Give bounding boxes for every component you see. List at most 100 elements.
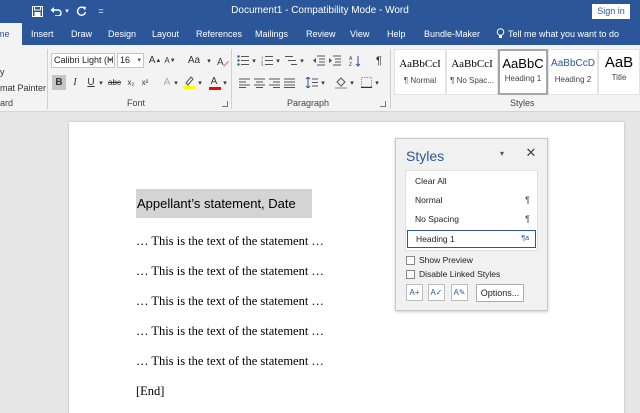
align-left-button[interactable] — [237, 75, 251, 90]
change-case-icon: Aa — [187, 55, 201, 66]
document-paragraph[interactable]: … This is the text of the statement … — [136, 264, 324, 279]
underline-icon: U — [87, 77, 95, 88]
borders-button[interactable] — [359, 75, 373, 90]
paragraph-dialog-launcher-icon[interactable] — [380, 101, 386, 107]
font-color-dropdown[interactable]: ▾ — [221, 75, 229, 90]
close-icon[interactable]: ✕ — [524, 146, 538, 160]
separator — [47, 49, 48, 109]
change-case-dropdown[interactable]: ▾ — [205, 53, 213, 68]
justify-button[interactable] — [282, 75, 296, 90]
style-item-normal[interactable]: Normal ¶ — [407, 191, 536, 209]
style-heading-2[interactable]: AaBbCcD Heading 2 — [548, 49, 598, 95]
highlight-button[interactable] — [182, 75, 196, 90]
bold-button[interactable]: B — [52, 75, 66, 90]
style-no-spacing[interactable]: AaBbCcI ¶ No Spac... — [446, 49, 498, 95]
shading-button[interactable] — [334, 75, 348, 90]
increase-indent-button[interactable] — [328, 53, 342, 68]
sort-button[interactable]: AZ — [348, 53, 362, 68]
tab-design[interactable]: Design — [108, 23, 136, 45]
align-center-button[interactable] — [252, 75, 266, 90]
underline-button[interactable]: U — [84, 75, 98, 90]
pane-options-dropdown-icon[interactable]: ▾ — [497, 149, 507, 159]
copy-label[interactable]: y — [0, 67, 5, 77]
multilevel-list-button[interactable] — [284, 53, 298, 68]
format-painter-label[interactable]: mat Painter — [0, 83, 46, 93]
document-heading[interactable]: Appellant’s statement, Date — [136, 189, 312, 218]
style-title[interactable]: AaB Title — [598, 49, 640, 95]
tab-mailings[interactable]: Mailings — [255, 23, 288, 45]
borders-dropdown[interactable]: ▾ — [373, 75, 381, 90]
bullets-dropdown[interactable]: ▾ — [250, 53, 258, 68]
tab-review[interactable]: Review — [306, 23, 336, 45]
style-item-label: Heading 1 — [416, 234, 455, 244]
text-effects-dropdown[interactable]: ▾ — [172, 75, 180, 90]
highlight-dropdown[interactable]: ▾ — [196, 75, 204, 90]
justify-icon — [283, 78, 295, 88]
styles-pane-title: Styles — [406, 148, 445, 164]
superscript-button[interactable]: x² — [138, 75, 152, 90]
decrease-indent-icon — [313, 55, 325, 66]
manage-styles-button[interactable]: A✎ — [451, 284, 468, 301]
numbering-dropdown[interactable]: ▾ — [274, 53, 282, 68]
separator — [231, 49, 232, 109]
style-name: Heading 1 — [504, 74, 542, 83]
document-paragraph[interactable]: … This is the text of the statement … — [136, 234, 324, 249]
style-item-heading-1[interactable]: Heading 1 ¶a — [407, 230, 536, 248]
style-inspector-button[interactable]: A✓ — [428, 284, 445, 301]
decrease-indent-button[interactable] — [312, 53, 326, 68]
tab-bundle-maker[interactable]: Bundle-Maker — [424, 23, 480, 45]
tell-me-box[interactable]: Tell me what you want to do — [496, 23, 619, 45]
strikethrough-button[interactable]: abc — [106, 75, 123, 90]
shading-dropdown[interactable]: ▾ — [348, 75, 356, 90]
numbering-button[interactable]: 123 — [260, 53, 274, 68]
shrink-font-button[interactable]: A ▼ — [163, 53, 177, 68]
ribbon-tabs: me Insert Draw Design Layout References … — [0, 23, 640, 45]
italic-button[interactable]: I — [68, 75, 82, 90]
tab-references[interactable]: References — [196, 23, 242, 45]
show-preview-row[interactable]: Show Preview — [406, 254, 473, 266]
style-item-label: No Spacing — [415, 214, 459, 224]
font-group-label: Font — [127, 98, 146, 108]
tab-help[interactable]: Help — [387, 23, 406, 45]
tab-insert[interactable]: Insert — [31, 23, 54, 45]
disable-linked-styles-row[interactable]: Disable Linked Styles — [406, 268, 500, 280]
font-dialog-launcher-icon[interactable] — [222, 101, 228, 107]
multilevel-list-dropdown[interactable]: ▾ — [298, 53, 306, 68]
styles-list: Clear All Normal ¶ No Spacing ¶ Heading 1 ¶… — [405, 170, 538, 251]
tab-draw[interactable]: Draw — [71, 23, 92, 45]
clear-formatting-icon: A — [217, 57, 229, 67]
style-normal[interactable]: AaBbCcI ¶ Normal — [394, 49, 446, 95]
options-button[interactable]: Options... — [476, 284, 524, 302]
grow-font-button[interactable]: A ▲ — [148, 53, 162, 68]
style-name: ¶ Normal — [403, 76, 437, 85]
sign-in-button[interactable]: Sign in — [592, 4, 630, 19]
tell-me-label: Tell me what you want to do — [508, 29, 620, 39]
svg-text:A: A — [217, 57, 224, 67]
show-formatting-button[interactable]: ¶ — [372, 53, 386, 68]
style-item-clear-all[interactable]: Clear All — [407, 172, 536, 190]
font-name-combo[interactable]: Calibri Light (H ▾ — [51, 53, 115, 68]
tab-home[interactable]: me — [0, 23, 22, 45]
font-size-combo[interactable]: 16 ▾ — [117, 53, 144, 68]
new-style-button[interactable]: A+ — [406, 284, 423, 301]
underline-dropdown[interactable]: ▾ — [97, 75, 105, 90]
subscript-button[interactable]: x₂ — [124, 75, 138, 90]
align-right-button[interactable] — [267, 75, 281, 90]
font-color-button[interactable]: A — [207, 75, 221, 90]
style-heading-1[interactable]: AaBbC Heading 1 — [498, 49, 548, 95]
tab-view[interactable]: View — [350, 23, 369, 45]
show-preview-checkbox[interactable] — [406, 255, 415, 265]
tab-layout[interactable]: Layout — [152, 23, 179, 45]
style-item-no-spacing[interactable]: No Spacing ¶ — [407, 210, 536, 228]
disable-linked-styles-checkbox[interactable] — [406, 269, 415, 279]
clear-formatting-button[interactable]: A — [216, 53, 230, 68]
line-spacing-button[interactable] — [305, 75, 319, 90]
line-spacing-dropdown[interactable]: ▾ — [319, 75, 327, 90]
document-paragraph[interactable]: … This is the text of the statement … — [136, 354, 324, 369]
document-paragraph[interactable]: … This is the text of the statement … — [136, 324, 324, 339]
shading-bucket-icon — [335, 76, 347, 89]
document-paragraph[interactable]: … This is the text of the statement … — [136, 294, 324, 309]
document-end-marker[interactable]: [End] — [136, 384, 164, 399]
change-case-button[interactable]: Aa — [184, 53, 204, 68]
bullets-button[interactable] — [236, 53, 250, 68]
